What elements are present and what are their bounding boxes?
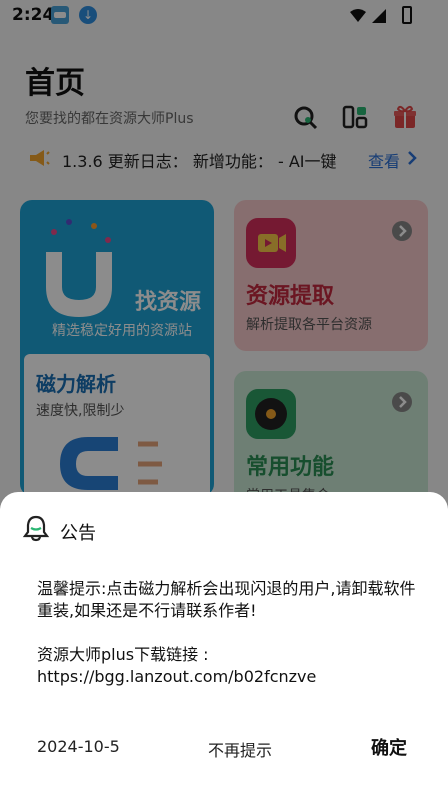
dialog-body: 温馨提示:点击磁力解析会出现闪退的用户,请卸载软件重装,如果还是不行请联系作者!… [37, 578, 417, 688]
confirm-button[interactable]: 确定 [371, 734, 407, 760]
dialog-download-link[interactable]: 资源大师plus下载链接 : https://bgg.lanzout.com/b… [37, 644, 417, 688]
dialog-date: 2024-10-5 [37, 737, 120, 756]
dialog-title: 公告 [60, 523, 96, 544]
dialog-tip-text: 温馨提示:点击磁力解析会出现闪退的用户,请卸载软件重装,如果还是不行请联系作者! [37, 579, 416, 620]
dont-show-again-button[interactable]: 不再提示 [208, 737, 272, 761]
bell-icon [22, 515, 50, 542]
announcement-dialog: 公告 温馨提示:点击磁力解析会出现闪退的用户,请卸载软件重装,如果还是不行请联系… [0, 492, 448, 796]
